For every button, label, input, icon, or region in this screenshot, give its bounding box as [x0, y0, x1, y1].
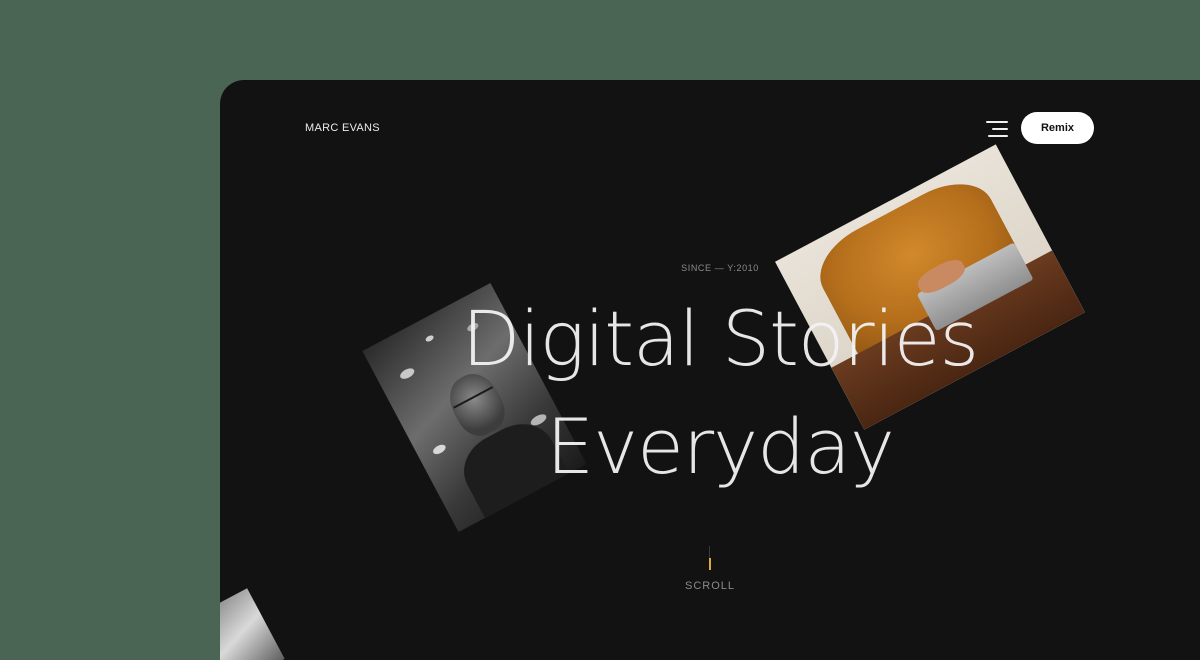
menu-line [986, 121, 1008, 123]
headline-line-1: Digital Stories [461, 294, 979, 383]
brand-logo[interactable]: MARC EVANS [305, 122, 380, 134]
menu-line [992, 128, 1008, 130]
remix-button[interactable]: Remix [1021, 112, 1094, 144]
scroll-indicator-fill [709, 558, 711, 570]
site-frame: MARC EVANS Remix SINCE — Y:2010 Digital … [220, 80, 1200, 660]
headline-line-2: Everyday [546, 402, 895, 491]
scroll-indicator[interactable] [709, 546, 711, 570]
hero-headline: Digital Stories Everyday [220, 285, 1200, 501]
corner-photo [220, 588, 285, 660]
scroll-label[interactable]: SCROLL [220, 580, 1200, 592]
menu-line [988, 135, 1008, 137]
hamburger-menu-icon[interactable] [978, 120, 1008, 138]
since-label: SINCE — Y:2010 [681, 263, 759, 273]
